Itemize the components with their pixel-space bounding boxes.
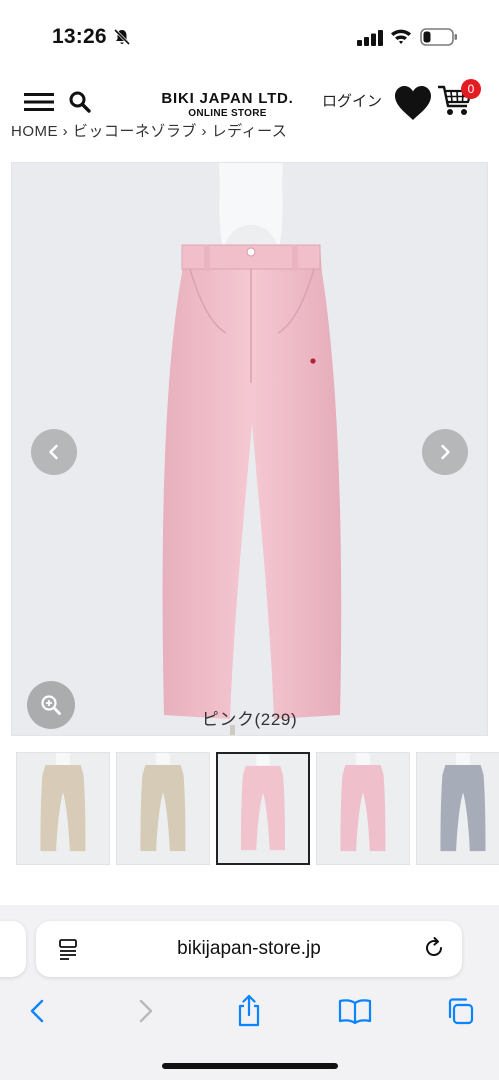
address-bar[interactable]: bikijapan-store.jp (36, 921, 462, 977)
thumbnail-3[interactable] (316, 752, 410, 865)
breadcrumb-text[interactable]: HOME › ビッコーネゾラブ › レディース (11, 120, 287, 138)
cart-count-badge: 0 (461, 79, 481, 99)
thumbnail-pants-image (440, 753, 486, 852)
login-link[interactable]: ログイン (322, 90, 382, 111)
search-icon[interactable] (68, 90, 92, 114)
menu-icon[interactable] (24, 91, 54, 113)
battery-icon (420, 28, 457, 46)
previous-tab-preview[interactable] (0, 921, 26, 977)
url-text: bikijapan-store.jp (177, 938, 321, 959)
tabs-button[interactable] (442, 993, 478, 1029)
thumbnail-pants-image (140, 753, 186, 852)
back-button[interactable] (20, 993, 56, 1029)
brand-logo[interactable]: BIKI JAPAN LTD. ONLINE STORE (140, 90, 315, 119)
product-main-image[interactable]: ピンク(229) (11, 162, 488, 736)
thumbnail-pants-image (40, 753, 86, 852)
browser-toolbar (0, 993, 499, 1033)
thumbnail-2-selected[interactable] (216, 752, 310, 865)
bookmarks-icon (338, 999, 372, 1025)
bell-slash-icon (113, 28, 131, 46)
chevron-right-icon (441, 444, 450, 460)
forward-icon (139, 999, 153, 1023)
thumbnail-1[interactable] (116, 752, 210, 865)
share-button[interactable] (231, 993, 267, 1029)
cellular-signal-icon (357, 30, 383, 46)
color-caption: ピンク(229) (201, 710, 298, 729)
pants-image (162, 244, 342, 735)
reload-icon[interactable] (422, 936, 446, 960)
forward-button[interactable] (127, 993, 163, 1029)
status-time: 13:26 (52, 25, 107, 48)
share-icon (238, 994, 260, 1027)
home-indicator (162, 1063, 338, 1069)
next-image-button[interactable] (422, 429, 468, 475)
thumbnail-pants-image (240, 754, 286, 851)
brand-name: BIKI JAPAN LTD. (161, 90, 294, 107)
wifi-icon (391, 29, 411, 44)
bookmarks-button[interactable] (337, 993, 373, 1029)
prev-image-button[interactable] (31, 429, 77, 475)
browser-bar: bikijapan-store.jp (0, 905, 499, 1080)
status-bar: 13:26 (0, 0, 499, 66)
tabs-icon (448, 998, 474, 1025)
thumbnail-4[interactable] (416, 752, 499, 865)
back-icon (30, 999, 44, 1023)
thumbnail-pants-image (340, 753, 386, 852)
thumbnail-0[interactable] (16, 752, 110, 865)
breadcrumb: HOME › ビッコーネゾラブ › レディース (11, 116, 491, 138)
chevron-left-icon (49, 444, 58, 460)
